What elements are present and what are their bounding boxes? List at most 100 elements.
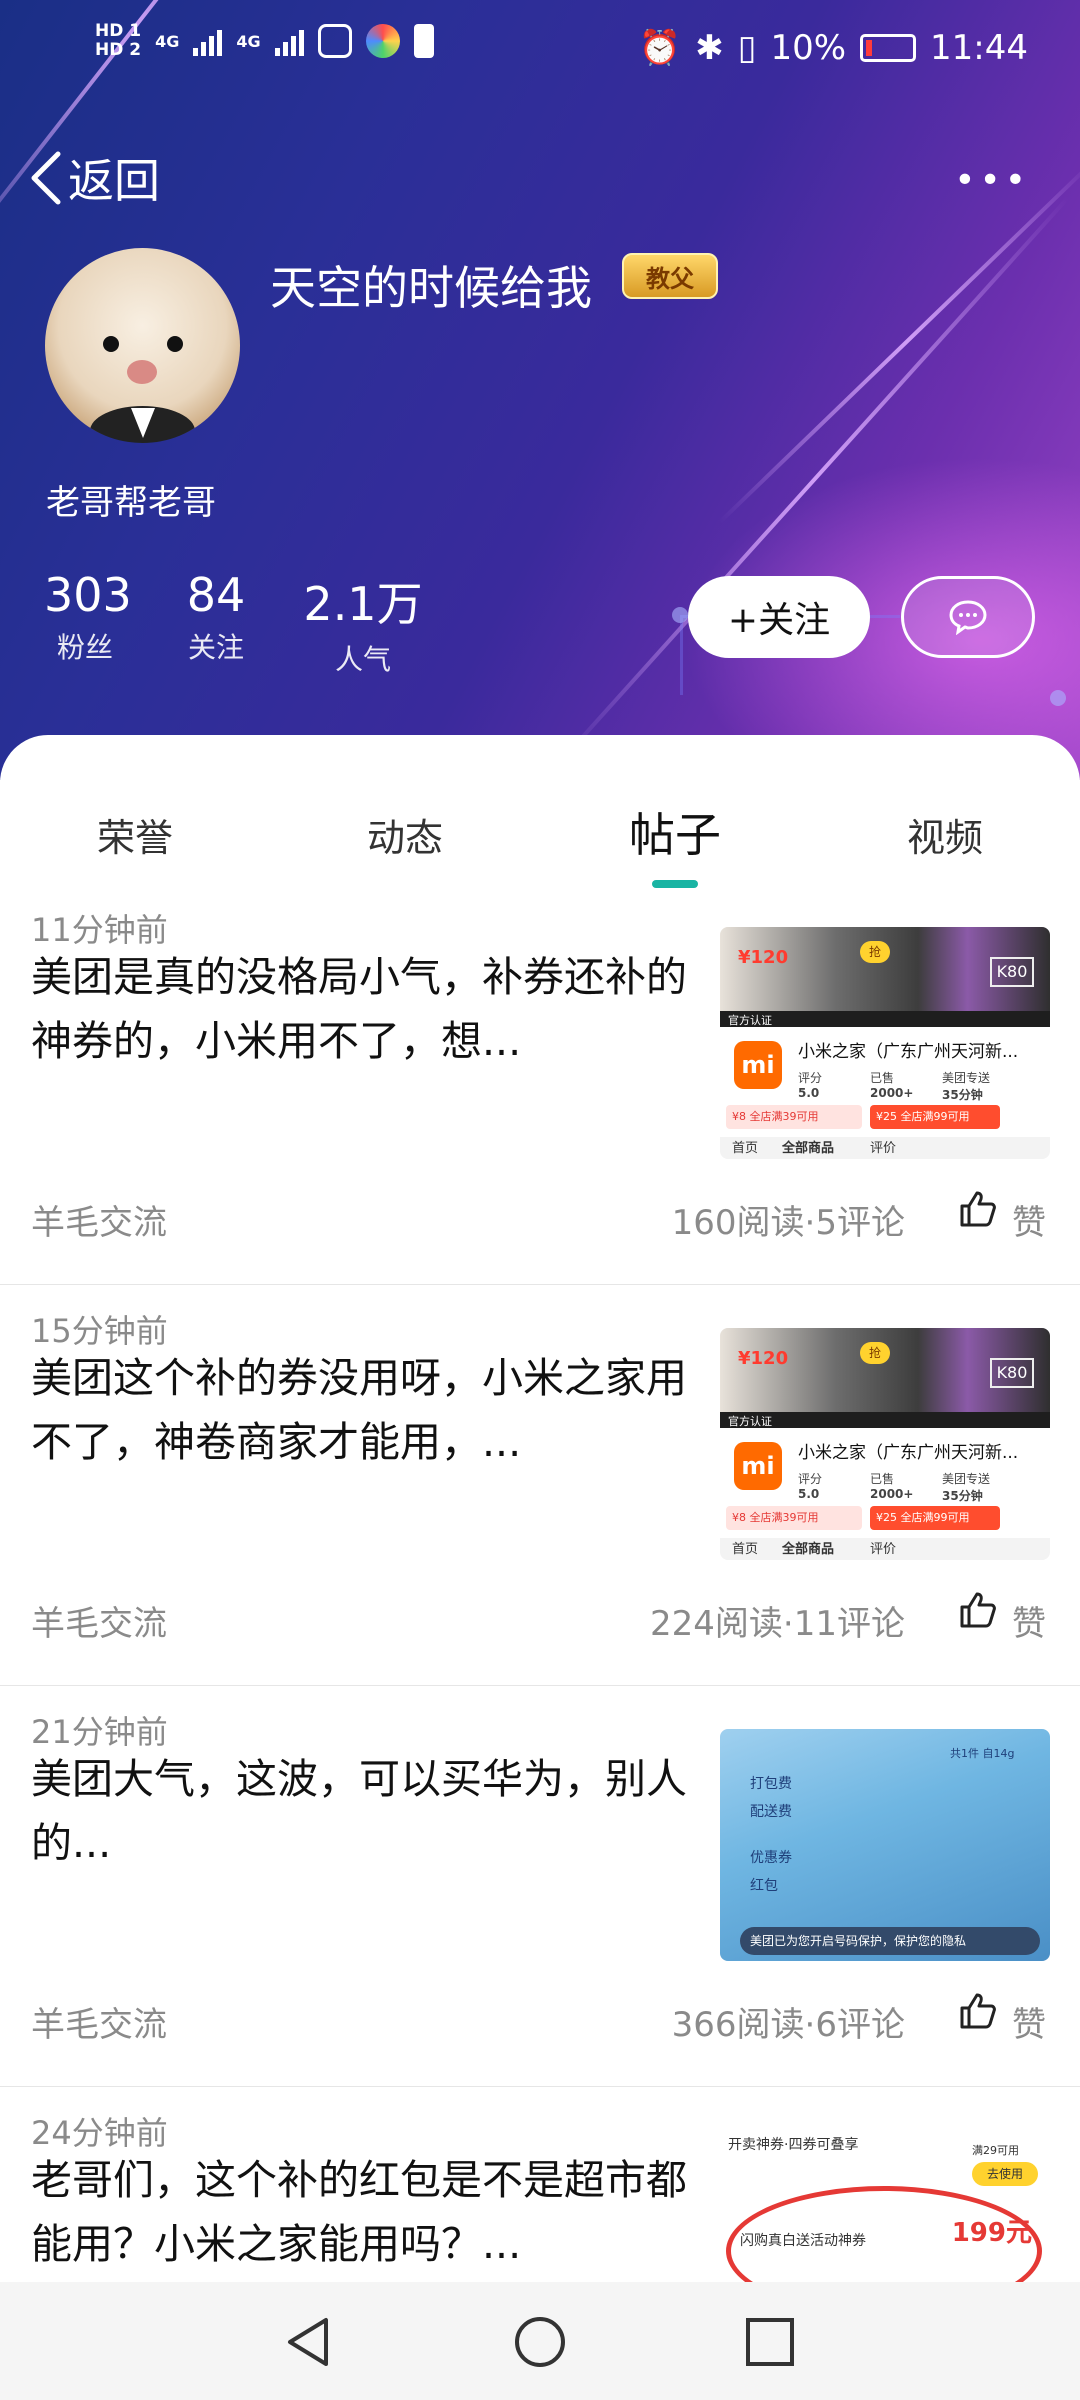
post-title[interactable]: 老哥们，这个补的红包是不是超市都能用？小米之家能用吗？... (31, 2148, 706, 2276)
profile-tabs: 荣誉 动态 帖子 视频 (0, 735, 1080, 888)
tab-honor[interactable]: 荣誉 (97, 807, 173, 862)
like-label[interactable]: 赞 (1012, 1596, 1046, 1645)
post-thumbnail[interactable]: ¥120 抢 K80 官方认证 mi 小米之家（广东广州天河新... 评分 5.0… (720, 927, 1050, 1159)
more-options-icon[interactable]: ••• (954, 160, 1030, 201)
sim1-label: HD 1 (95, 21, 142, 41)
thumb-price: 199元 (951, 2218, 1032, 2248)
back-button[interactable]: 返回 (28, 145, 160, 211)
thumbs-up-icon[interactable] (958, 1991, 998, 2031)
stat-popularity: 2.1万 人气 (300, 568, 426, 678)
thumb-shop-card: mi 小米之家（广东广州天河新... 评分 5.0 已售 2000+ 美团专送 35分… (720, 1428, 1050, 1538)
post-category[interactable]: 羊毛交流 (31, 1596, 167, 1645)
thumb-shop-name: 小米之家（广东广州天河新... (798, 1443, 1019, 1463)
decor-dot (1050, 690, 1066, 706)
thumb-banner-text: 美团已为您开启号码保护，保护您的隐私 (740, 1927, 1040, 1955)
chevron-left-icon (31, 151, 61, 205)
chat-bubble-icon (949, 600, 987, 635)
profile-header: HD 1 HD 2 4G 4G ⏰ ✱ ▯ 10% 11:44 返回 ••• 天… (0, 0, 1080, 780)
like-label[interactable]: 赞 (1012, 1997, 1046, 2046)
thumb-score: 评分 5.0 (798, 1071, 823, 1100)
thumb-score: 评分 5.0 (798, 1472, 823, 1501)
thumb-text: 打包费 (750, 1776, 792, 1792)
thumb-text: 优惠券 (750, 1850, 792, 1866)
thumb-text: 红包 (750, 1878, 778, 1894)
thumb-phone-screen: 共1件 自14g 打包费 配送费 优惠券 红包 美团已为您开启号码保护，保护您的… (720, 1729, 1050, 1961)
post-title[interactable]: 美团这个补的券没用呀，小米之家用不了，神卷商家才能用，... (31, 1346, 706, 1474)
post-stats: 224阅读·11评论 (650, 1604, 905, 1644)
thumb-sold: 已售 2000+ (870, 1071, 914, 1100)
stat-fans[interactable]: 303 粉丝 (44, 568, 132, 666)
avatar-nose (127, 360, 157, 384)
signal2-icon (274, 26, 304, 56)
thumb-price: ¥120 (738, 1348, 789, 1369)
nav-back-icon[interactable] (280, 2312, 340, 2372)
tab-posts[interactable]: 帖子 (629, 799, 721, 865)
like-label[interactable]: 赞 (1012, 1195, 1046, 1244)
status-left: HD 1 HD 2 4G 4G (95, 22, 434, 60)
tab-activity[interactable]: 动态 (367, 807, 443, 862)
vibrate-icon: ▯ (737, 28, 757, 68)
post-title[interactable]: 美团大气，这波，可以买华为，别人的... (31, 1747, 706, 1875)
thumb-use-button: 去使用 (972, 2162, 1038, 2186)
thumb-coupon: ¥25 全店满99可用 (870, 1506, 1000, 1530)
thumb-grab-pill: 抢 (860, 941, 890, 963)
message-button[interactable] (901, 576, 1035, 658)
nav-recents-icon[interactable] (740, 2312, 800, 2372)
thumb-shop-name: 小米之家（广东广州天河新... (798, 1042, 1019, 1062)
thumb-nav: 首页 全部商品 评价 (732, 1542, 897, 1557)
thumb-text: 开卖神券·四券可叠享 (728, 2137, 859, 2153)
post-stats: 366阅读·6评论 (671, 2005, 905, 2045)
battery-percent: 10% (770, 28, 847, 68)
stat-label: 人气 (334, 643, 391, 676)
thumbs-up-icon[interactable] (958, 1590, 998, 1630)
post-thumbnail[interactable]: ¥120 抢 K80 官方认证 mi 小米之家（广东广州天河新... 评分 5.0… (720, 1328, 1050, 1560)
thumb-coupon: ¥8 全店满39可用 (726, 1105, 862, 1129)
thumb-text: 配送费 (750, 1804, 792, 1820)
stat-following[interactable]: 84 关注 (176, 568, 256, 666)
mi-logo-icon: mi (734, 1041, 782, 1089)
thumb-k80: K80 (990, 957, 1034, 987)
signal1-icon (193, 26, 223, 56)
thumb-banner: ¥120 抢 K80 (720, 1328, 1050, 1424)
stat-value: 2.1万 (303, 577, 423, 631)
post-item[interactable]: 11分钟前 美团是真的没格局小气，补券还补的神券的，小米用不了，想... ¥12… (0, 885, 1080, 1285)
thumb-shop-card: mi 小米之家（广东广州天河新... 评分 5.0 已售 2000+ 美团专送 35分… (720, 1027, 1050, 1137)
rank-badge[interactable]: 教父 (622, 253, 718, 299)
post-thumbnail[interactable]: 共1件 自14g 打包费 配送费 优惠券 红包 美团已为您开启号码保护，保护您的… (720, 1729, 1050, 1961)
thumb-text: 闪购真白送活动神券 (740, 2233, 866, 2249)
avatar-eye (103, 336, 119, 352)
thumb-coupons: ¥8 全店满39可用 ¥25 全店满99可用 (726, 1105, 1044, 1129)
post-stats: 160阅读·5评论 (671, 1203, 905, 1243)
thumb-text: 共1件 自14g (950, 1747, 1015, 1760)
bluetooth-icon: ✱ (695, 28, 724, 68)
thumb-coupon: ¥25 全店满99可用 (870, 1105, 1000, 1129)
follow-button[interactable]: +关注 (688, 576, 870, 658)
thumbs-up-icon[interactable] (958, 1189, 998, 1229)
post-item[interactable]: 15分钟前 美团这个补的券没用呀，小米之家用不了，神卷商家才能用，... ¥12… (0, 1286, 1080, 1686)
alarm-icon: ⏰ (638, 28, 682, 68)
thumb-sold: 已售 2000+ (870, 1472, 914, 1501)
alert-icon (413, 24, 434, 58)
post-category[interactable]: 羊毛交流 (31, 1195, 167, 1244)
user-signature: 老哥帮老哥 (46, 483, 216, 523)
post-title[interactable]: 美团是真的没格局小气，补券还补的神券的，小米用不了，想... (31, 945, 706, 1073)
stat-label: 粉丝 (56, 631, 113, 664)
stat-label: 关注 (187, 631, 244, 664)
post-category[interactable]: 羊毛交流 (31, 1997, 167, 2046)
nav-home-icon[interactable] (510, 2312, 570, 2372)
avatar[interactable] (45, 248, 240, 443)
colorful-app-icon (365, 24, 400, 58)
decor-streak (718, 159, 1080, 524)
avatar-eye (167, 336, 183, 352)
username: 天空的时候给我 (270, 261, 592, 315)
thumb-text: 满29可用 (972, 2144, 1019, 2157)
thumb-grab-pill: 抢 (860, 1342, 890, 1364)
sim-labels: HD 1 HD 2 (95, 22, 141, 60)
tab-videos[interactable]: 视频 (907, 807, 983, 862)
status-right: ⏰ ✱ ▯ 10% 11:44 (639, 28, 1028, 68)
post-item[interactable]: 21分钟前 美团大气，这波，可以买华为，别人的... 共1件 自14g 打包费 … (0, 1687, 1080, 2087)
tv-app-icon (317, 24, 352, 58)
mi-logo-icon: mi (734, 1442, 782, 1490)
clock: 11:44 (930, 28, 1028, 68)
thumb-delivery: 美团专送 35分钟 (942, 1472, 991, 1503)
